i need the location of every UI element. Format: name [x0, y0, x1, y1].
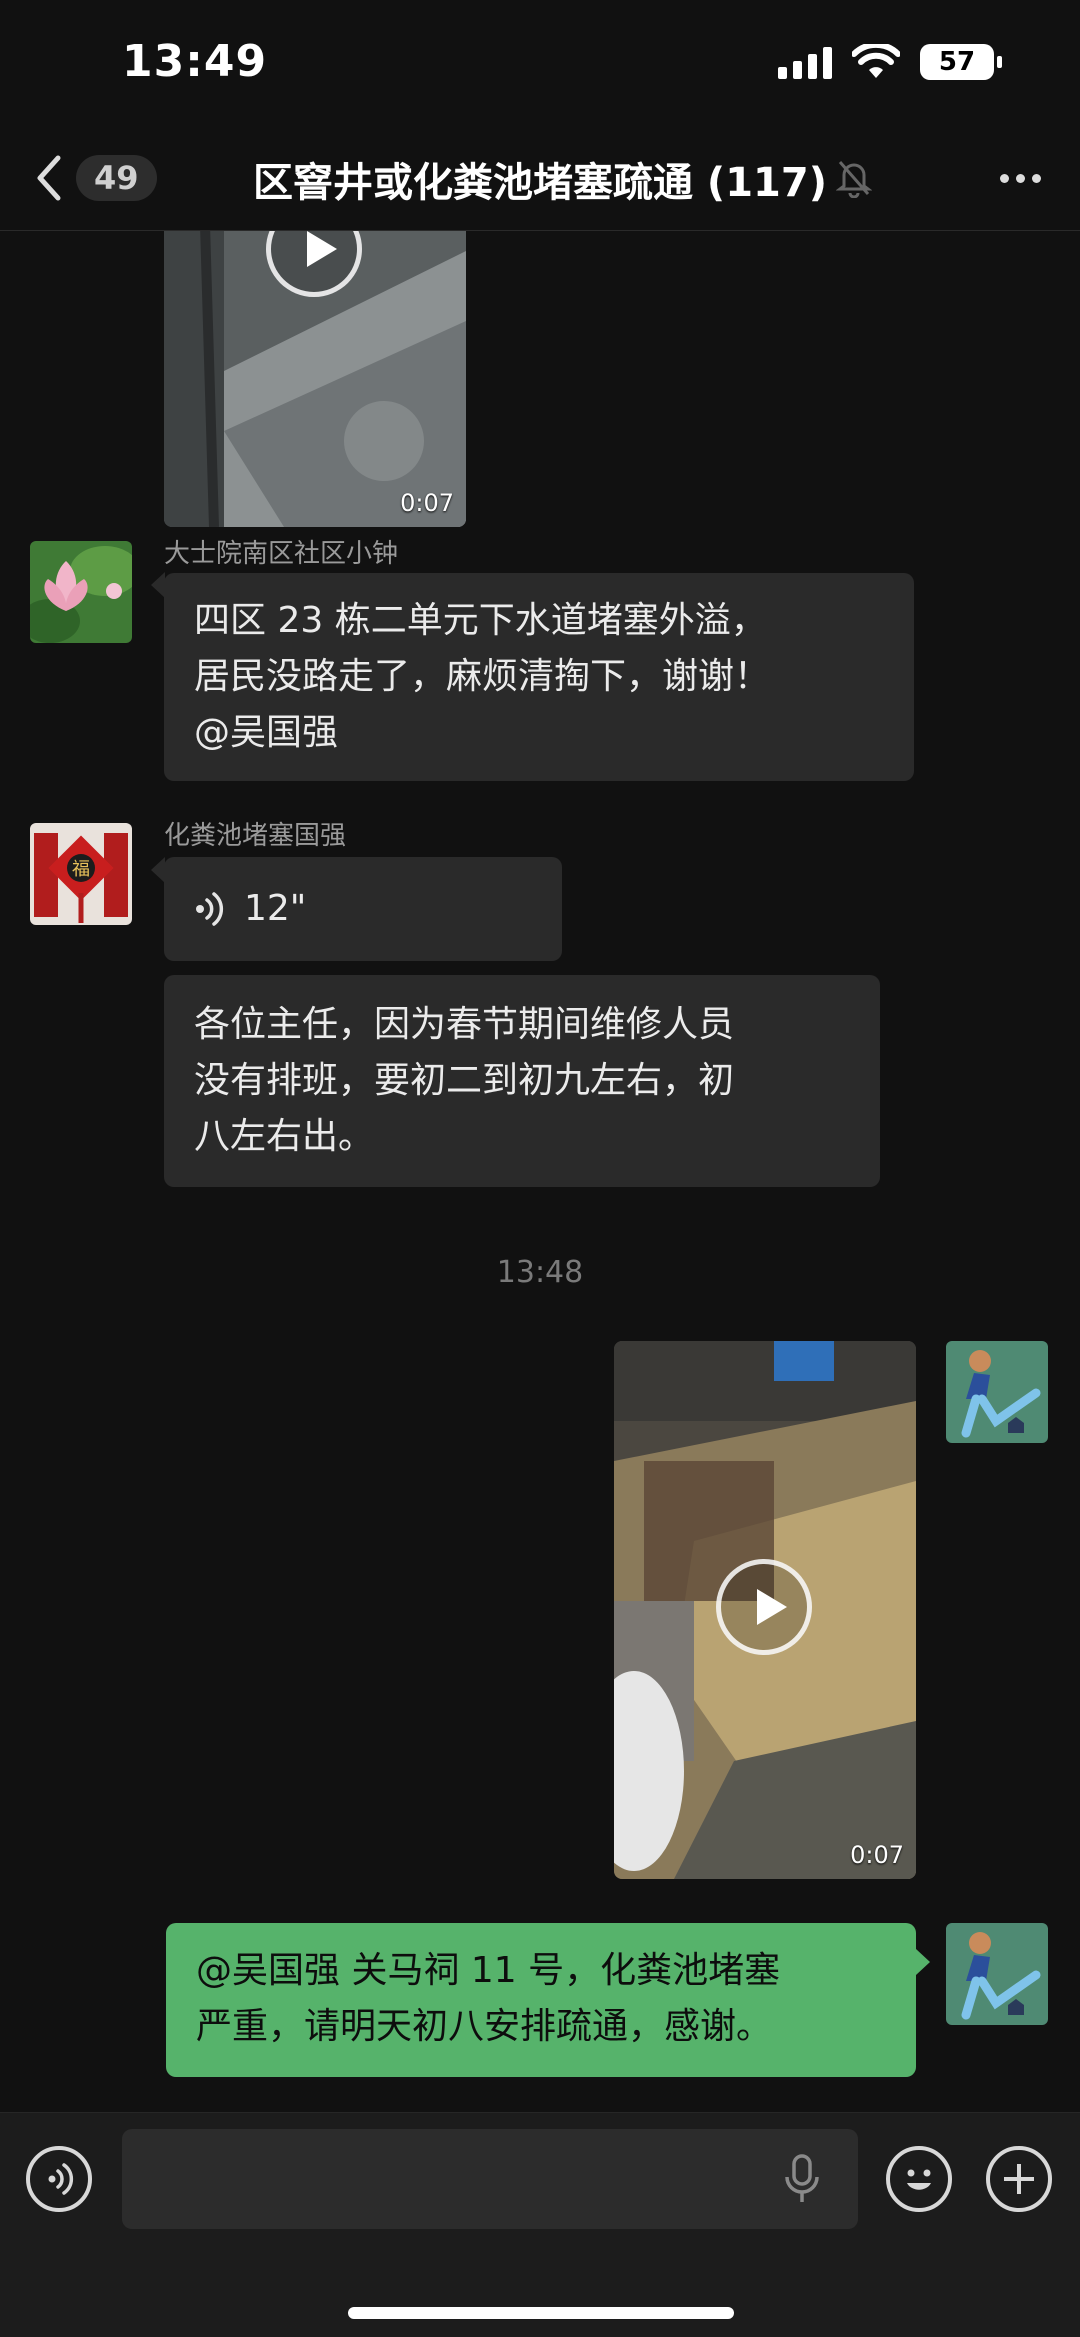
plus-icon[interactable] [986, 2146, 1052, 2212]
voice-duration: 12" [244, 888, 307, 929]
wifi-icon [852, 44, 900, 78]
status-bar: 13:49 57 [0, 0, 1080, 130]
avatar-self[interactable] [946, 1341, 1048, 1443]
svg-text:福: 福 [72, 859, 90, 880]
avatar[interactable] [30, 541, 132, 643]
message-input[interactable] [122, 2129, 858, 2229]
chat-header: 49 区窨井或化粪池堵塞疏通 (117) [0, 130, 1080, 231]
mute-bell-icon [836, 161, 872, 198]
input-bar [0, 2112, 1080, 2337]
more-dots-icon[interactable] [990, 158, 1050, 198]
microphone-icon[interactable] [782, 2153, 822, 2205]
battery-icon: 57 [920, 44, 1002, 80]
sender-name: 大士院南区社区小钟 [164, 539, 399, 569]
voice-input-toggle[interactable] [26, 2146, 92, 2212]
video-message-2[interactable]: 0:07 [614, 1341, 916, 1879]
text-message-2[interactable]: 各位主任，因为春节期间维修人员 没有排班，要初二到初九左右，初 八左右出。 [164, 975, 880, 1187]
signal-icon [778, 45, 832, 79]
time-divider: 13:48 [496, 1255, 584, 1290]
sender-name: 化粪池堵塞国强 [164, 821, 347, 851]
play-icon[interactable] [716, 1559, 812, 1655]
text-message-3[interactable]: @吴国强 关马祠 11 号，化粪池堵塞 严重，请明天初八安排疏通，感谢。 [166, 1923, 916, 2077]
status-icons: 57 [778, 44, 1002, 80]
text-message-1[interactable]: 四区 23 栋二单元下水道堵塞外溢， 居民没路走了，麻烦清掏下，谢谢！ @吴国强 [164, 573, 914, 781]
voice-wave-icon [196, 892, 224, 926]
video-duration: 0:07 [400, 489, 454, 517]
emoji-icon[interactable] [886, 2146, 952, 2212]
home-indicator[interactable] [348, 2307, 734, 2319]
video-duration: 0:07 [850, 1841, 904, 1869]
message-list[interactable]: 0:07 大士院南区社区小钟 四区 23 栋二单元下水道堵塞外溢， 居民没路走了… [0, 231, 1080, 2111]
status-time: 13:49 [122, 36, 268, 87]
avatar[interactable]: 福 [30, 823, 132, 925]
avatar-self[interactable] [946, 1923, 1048, 2025]
chat-title[interactable]: 区窨井或化粪池堵塞疏通 (117) [0, 150, 1080, 208]
video-message-1[interactable]: 0:07 [164, 231, 466, 527]
voice-message[interactable]: 12" [164, 857, 562, 961]
voice-wave-icon [48, 2163, 74, 2195]
